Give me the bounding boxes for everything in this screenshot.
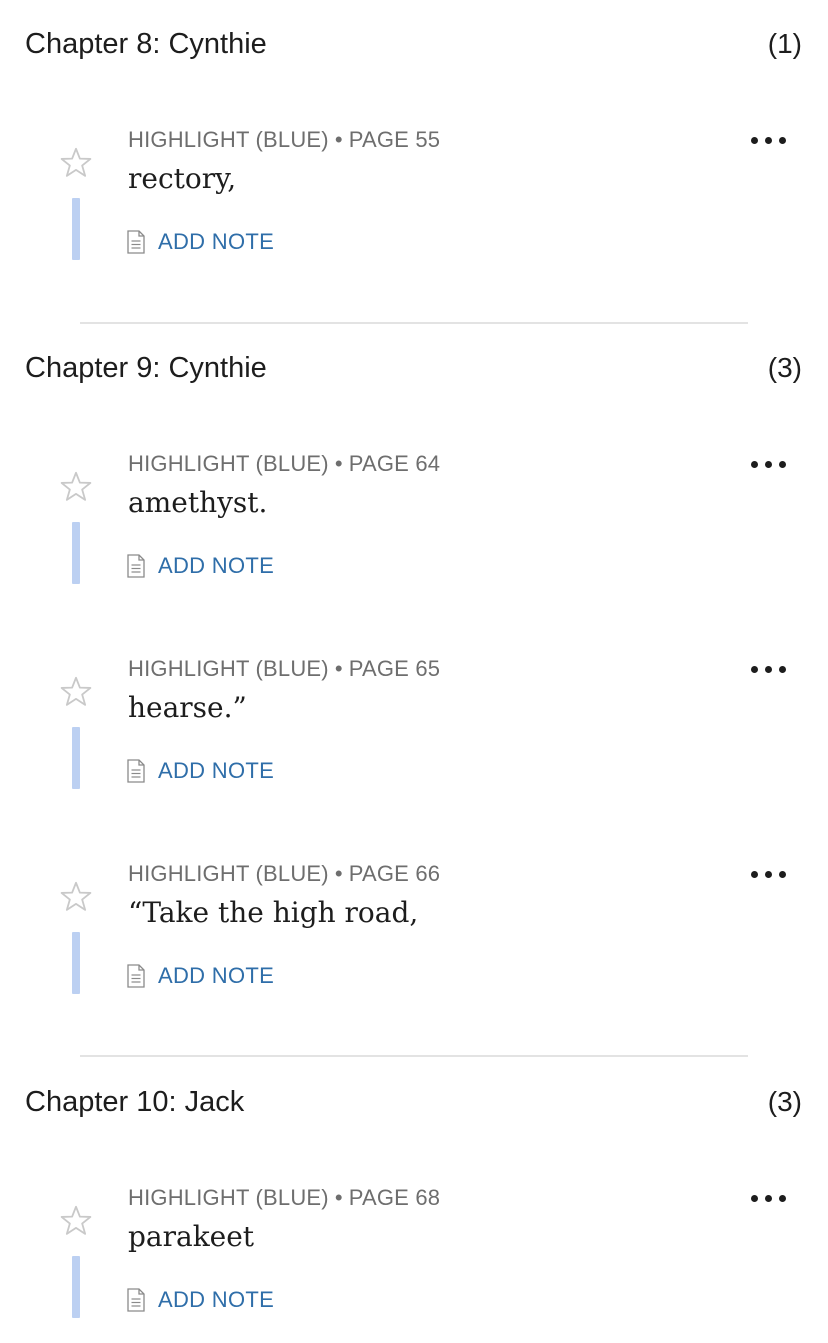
highlight-color-bar <box>72 198 80 260</box>
highlight-item: HIGHLIGHT (BLUE) • PAGE 68 parakeet ADD NO… <box>0 1183 828 1343</box>
highlight-color-bar <box>72 727 80 789</box>
highlight-color-bar <box>72 522 80 584</box>
more-horizontal-icon <box>750 665 758 673</box>
document-icon <box>127 554 145 578</box>
more-dot <box>778 1194 786 1202</box>
section-divider <box>80 1055 748 1057</box>
highlight-meta: HIGHLIGHT (BLUE) • PAGE 55 <box>128 125 440 155</box>
more-dot <box>778 870 786 878</box>
more-dot <box>778 665 786 673</box>
highlight-color-bar <box>72 932 80 994</box>
more-dot <box>764 665 772 673</box>
highlight-type: HIGHLIGHT (BLUE) <box>128 127 329 152</box>
chapter-highlight-count: (3) <box>767 352 802 383</box>
document-icon <box>127 759 145 783</box>
document-icon <box>127 230 145 254</box>
chapter-header: Chapter 8: Cynthie (1) <box>0 14 828 74</box>
more-options-button[interactable] <box>738 1183 798 1213</box>
highlight-type: HIGHLIGHT (BLUE) <box>128 451 329 476</box>
more-horizontal-icon <box>750 460 758 468</box>
chapter-header: Chapter 9: Cynthie (3) <box>0 338 828 398</box>
more-dot <box>778 460 786 468</box>
chapter-highlight-count: (3) <box>767 1086 802 1117</box>
add-note-label: ADD NOTE <box>158 553 275 578</box>
highlight-item: HIGHLIGHT (BLUE) • PAGE 55 rectory, ADD NO… <box>0 125 828 285</box>
chapter-header: Chapter 10: Jack (3) <box>0 1072 828 1132</box>
star-outline-icon[interactable] <box>58 879 94 915</box>
highlight-meta: HIGHLIGHT (BLUE) • PAGE 64 <box>128 449 440 479</box>
add-note-label: ADD NOTE <box>158 758 275 783</box>
add-note-button[interactable]: ADD NOTE <box>126 227 274 257</box>
highlight-page: PAGE 64 <box>348 451 441 476</box>
add-note-button[interactable]: ADD NOTE <box>126 1285 274 1315</box>
highlight-text[interactable]: parakeet <box>128 1217 254 1257</box>
chapter-highlight-count: (1) <box>767 28 802 59</box>
meta-separator: • <box>334 656 343 681</box>
highlight-item: HIGHLIGHT (BLUE) • PAGE 65 hearse.” ADD NO… <box>0 654 828 814</box>
highlight-type: HIGHLIGHT (BLUE) <box>128 1185 329 1210</box>
star-outline-icon[interactable] <box>58 1203 94 1239</box>
chapter-title: Chapter 9: Cynthie <box>25 352 267 384</box>
more-options-button[interactable] <box>738 654 798 684</box>
highlight-type: HIGHLIGHT (BLUE) <box>128 861 329 886</box>
add-note-button[interactable]: ADD NOTE <box>126 756 274 786</box>
highlight-page: PAGE 65 <box>348 656 441 681</box>
more-dot <box>764 136 772 144</box>
more-dot <box>764 460 772 468</box>
highlight-item: HIGHLIGHT (BLUE) • PAGE 64 amethyst. ADD N… <box>0 449 828 609</box>
highlight-type: HIGHLIGHT (BLUE) <box>128 656 329 681</box>
highlight-page: PAGE 55 <box>348 127 441 152</box>
more-dot <box>764 870 772 878</box>
chapter-title: Chapter 10: Jack <box>25 1086 245 1118</box>
add-note-label: ADD NOTE <box>158 229 275 254</box>
more-horizontal-icon <box>750 870 758 878</box>
more-options-button[interactable] <box>738 125 798 155</box>
section-divider <box>80 322 748 324</box>
add-note-label: ADD NOTE <box>158 963 275 988</box>
highlight-color-bar <box>72 1256 80 1318</box>
add-note-button[interactable]: ADD NOTE <box>126 961 274 991</box>
meta-separator: • <box>334 451 343 476</box>
more-horizontal-icon <box>750 136 758 144</box>
meta-separator: • <box>334 1185 343 1210</box>
more-options-button[interactable] <box>738 449 798 479</box>
star-outline-icon[interactable] <box>58 469 94 505</box>
highlight-meta: HIGHLIGHT (BLUE) • PAGE 66 <box>128 859 440 889</box>
highlight-text[interactable]: “Take the high road, <box>128 893 418 933</box>
highlight-page: PAGE 68 <box>348 1185 441 1210</box>
chapter-title: Chapter 8: Cynthie <box>25 28 267 60</box>
highlight-text[interactable]: rectory, <box>128 159 236 199</box>
more-dot <box>764 1194 772 1202</box>
more-options-button[interactable] <box>738 859 798 889</box>
meta-separator: • <box>334 861 343 886</box>
highlight-text[interactable]: hearse.” <box>128 688 247 728</box>
meta-separator: • <box>334 127 343 152</box>
more-horizontal-icon <box>750 1194 758 1202</box>
highlight-meta: HIGHLIGHT (BLUE) • PAGE 65 <box>128 654 440 684</box>
add-note-button[interactable]: ADD NOTE <box>126 551 274 581</box>
highlight-item: HIGHLIGHT (BLUE) • PAGE 66 “Take the high … <box>0 859 828 1019</box>
highlight-text[interactable]: amethyst. <box>128 483 267 523</box>
star-outline-icon[interactable] <box>58 145 94 181</box>
document-icon <box>127 1288 145 1312</box>
more-dot <box>778 136 786 144</box>
add-note-label: ADD NOTE <box>158 1287 275 1312</box>
highlight-page: PAGE 66 <box>348 861 441 886</box>
document-icon <box>127 964 145 988</box>
star-outline-icon[interactable] <box>58 674 94 710</box>
highlight-meta: HIGHLIGHT (BLUE) • PAGE 68 <box>128 1183 440 1213</box>
